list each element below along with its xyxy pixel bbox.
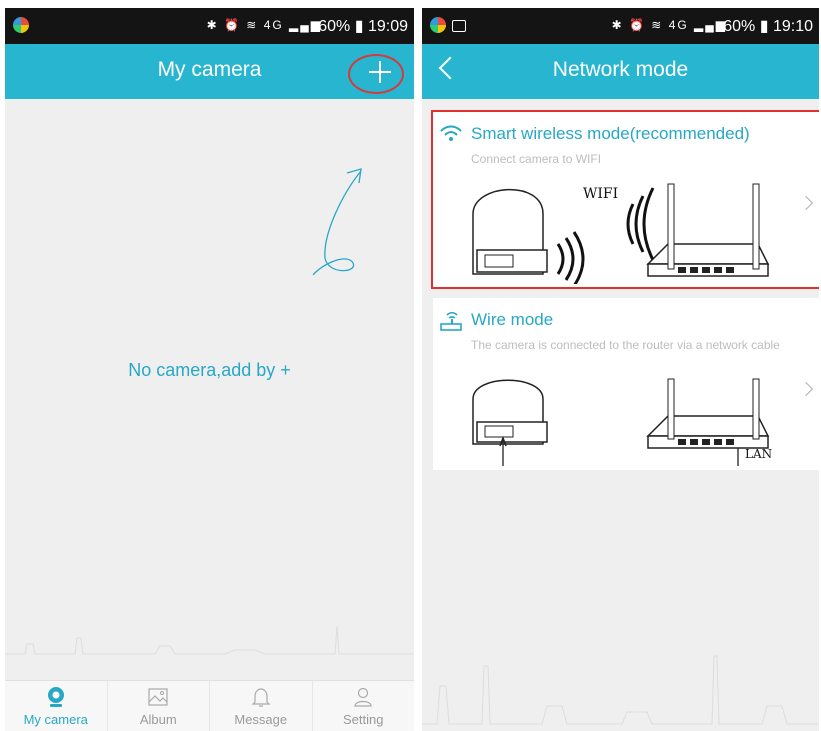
tab-label: Album (139, 712, 177, 727)
status-bar: ✱ ⏰ ≋ 4G ▂▄▆ 60% ▮ 19:09 (5, 8, 414, 44)
wifi-label: WIFI (583, 186, 618, 202)
app-bar: My camera (5, 44, 414, 99)
battery-icon: ▮ (354, 18, 364, 35)
wifi-icon (440, 125, 462, 141)
gallery-notification-icon (452, 20, 466, 32)
tab-label: Message (234, 712, 288, 727)
battery-icon: ▮ (759, 18, 769, 35)
image-icon (148, 688, 168, 706)
status-bar: ✱ ⏰ ≋ 4G ▂▄▆ 60% ▮ 19:10 (422, 8, 819, 44)
tab-message[interactable]: Message (210, 681, 313, 731)
wired-setup-illustration: LAN (472, 378, 772, 466)
tab-label: Setting (343, 712, 384, 727)
empty-state-message: No camera,add by + (128, 360, 291, 380)
status-icons: ✱ ⏰ ≋ 4G ▂▄▆ (206, 18, 322, 32)
option-title: Smart wireless mode(recommended) (471, 124, 750, 143)
router-icon (440, 311, 462, 331)
option-description: Connect camera to WIFI (471, 152, 602, 166)
smart-wireless-mode-option[interactable]: Smart wireless mode(recommended) Connect… (431, 110, 819, 289)
bell-icon (251, 688, 271, 707)
chevron-right-icon (798, 381, 814, 397)
app-bar: Network mode (422, 44, 819, 99)
tab-setting[interactable]: Setting (313, 681, 415, 731)
battery-level: 60% (318, 18, 351, 35)
tab-album[interactable]: Album (108, 681, 210, 731)
tab-my-camera[interactable]: My camera (5, 681, 108, 731)
app-logo-icon (13, 17, 29, 33)
lan-label: LAN (745, 447, 772, 461)
clock: 19:10 (772, 18, 813, 35)
battery-level: 60% (723, 18, 756, 35)
tab-label: My camera (23, 712, 88, 727)
status-icons: ✱ ⏰ ≋ 4G ▂▄▆ (611, 18, 727, 32)
wire-mode-option[interactable]: Wire mode The camera is connected to the… (433, 298, 819, 470)
clock: 19:09 (367, 18, 408, 35)
add-camera-button[interactable] (364, 56, 396, 88)
bottom-tab-bar: My camera Album Message Setting (5, 680, 414, 731)
option-title: Wire mode (471, 310, 554, 329)
option-description: The camera is connected to the router vi… (471, 338, 780, 352)
camera-icon (47, 687, 64, 707)
wifi-setup-illustration: WIFI (472, 183, 770, 284)
person-icon (354, 687, 372, 707)
my-camera-screen: ✱ ⏰ ≋ 4G ▂▄▆ 60% ▮ 19:09 My camera No ca… (5, 8, 414, 731)
page-title: Network mode (552, 58, 689, 81)
hand-drawn-arrow (312, 168, 362, 276)
city-skyline-decoration (422, 655, 819, 725)
app-logo-icon (430, 17, 446, 33)
network-mode-screen: ✱ ⏰ ≋ 4G ▂▄▆ 60% ▮ 19:10 Network mode Sm… (422, 8, 819, 731)
city-skyline-decoration (5, 625, 414, 655)
chevron-right-icon (798, 195, 814, 211)
